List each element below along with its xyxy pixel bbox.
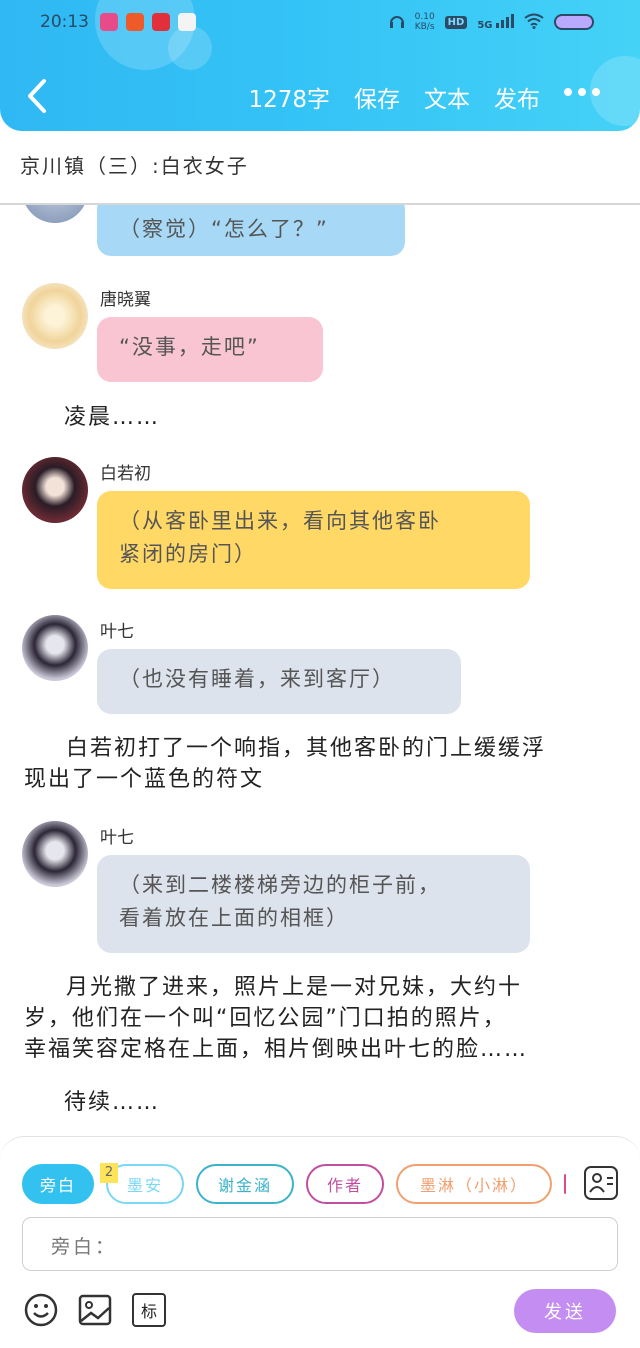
app-notification-icon <box>178 13 196 31</box>
message-bubble[interactable]: “没事，走吧” <box>97 317 323 382</box>
send-button[interactable]: 发送 <box>514 1289 616 1333</box>
speaker-name: 叶七 <box>100 828 134 848</box>
image-icon <box>78 1294 112 1326</box>
dot-icon <box>578 88 586 96</box>
mark-button[interactable]: 标 <box>132 1293 166 1327</box>
text-button[interactable]: 文本 <box>424 80 470 114</box>
avatar[interactable] <box>22 615 88 681</box>
notification-icons <box>100 13 196 31</box>
wifi-icon <box>524 13 544 32</box>
message-input[interactable]: 旁白： <box>22 1217 618 1271</box>
battery-icon <box>554 14 594 30</box>
narration-text[interactable]: 待续…… <box>64 1087 160 1118</box>
role-chip[interactable]: 作者 <box>306 1164 384 1204</box>
message-bubble[interactable]: （也没有睡着，来到客厅） <box>97 649 461 714</box>
avatar[interactable] <box>22 283 88 349</box>
publish-button[interactable]: 发布 <box>494 80 540 114</box>
message-line: （来到二楼楼梯旁边的柜子前， <box>119 873 441 897</box>
chip-overflow-edge <box>564 1174 566 1194</box>
avatar[interactable] <box>22 821 88 887</box>
speaker-name: 叶七 <box>100 622 134 642</box>
narration-line: 岁，他们在一个叫“回忆公园”门口拍的照片， <box>24 1006 507 1031</box>
top-header: 20:13 0.10 KB/s HD 5G 1278字 保存 文本 发布 <box>0 0 640 131</box>
emoji-icon <box>24 1293 58 1327</box>
message-bubble[interactable]: （来到二楼楼梯旁边的柜子前， 看着放在上面的相框） <box>97 855 530 953</box>
message-line: （从客卧里出来，看向其他客卧 <box>119 509 441 533</box>
message-line: 看着放在上面的相框） <box>119 906 349 930</box>
chevron-left-icon <box>28 79 46 113</box>
narration-line: 白若初打了一个响指，其他客卧的门上缓缓浮 <box>66 736 547 761</box>
message-bubble[interactable]: （从客卧里出来，看向其他客卧 紧闭的房门） <box>97 491 530 589</box>
chapter-title[interactable]: 京川镇（三）:白衣女子 <box>20 150 249 179</box>
speaker-name: 白若初 <box>100 464 151 484</box>
character-list-button[interactable] <box>584 1166 618 1200</box>
narration-text[interactable]: 月光撒了进来，照片上是一对兄妹，大约十 岁，他们在一个叫“回忆公园”门口拍的照片… <box>24 972 624 1065</box>
role-chip[interactable]: 谢金涵 <box>196 1164 294 1204</box>
hd-badge: HD <box>444 15 468 29</box>
narration-text[interactable]: 白若初打了一个响指，其他客卧的门上缓缓浮 现出了一个蓝色的符文 <box>24 733 624 795</box>
message-line: 紧闭的房门） <box>119 542 257 566</box>
narration-text[interactable]: 凌晨…… <box>64 402 160 433</box>
image-button[interactable] <box>78 1293 112 1327</box>
avatar[interactable] <box>22 457 88 523</box>
role-chip[interactable]: 墨淋（小淋） <box>396 1164 552 1204</box>
back-button[interactable] <box>22 78 52 114</box>
narration-line: 现出了一个蓝色的符文 <box>24 767 265 792</box>
message-bubble[interactable]: （察觉）“怎么了？” <box>97 205 405 256</box>
speed-value: 0.10 <box>414 12 435 22</box>
header-actions: 1278字 保存 文本 发布 <box>248 80 540 114</box>
speed-unit: KB/s <box>414 22 435 32</box>
speaker-name: 唐晓翼 <box>100 290 151 310</box>
status-bar: 20:13 0.10 KB/s HD 5G <box>0 0 640 48</box>
emoji-button[interactable] <box>24 1293 58 1327</box>
headphone-icon <box>389 13 405 32</box>
app-notification-icon <box>126 13 144 31</box>
app-notification-icon <box>100 13 118 31</box>
nav-row: 1278字 保存 文本 发布 <box>0 66 640 126</box>
dot-icon <box>564 88 572 96</box>
status-time: 20:13 <box>40 12 89 32</box>
dot-icon <box>592 88 600 96</box>
signal-icon: 5G <box>477 13 514 31</box>
role-chip-narrator[interactable]: 旁白 <box>22 1164 94 1204</box>
count-badge: 2 <box>100 1163 118 1183</box>
status-right: 0.10 KB/s HD 5G <box>389 12 594 32</box>
save-button[interactable]: 保存 <box>354 80 400 114</box>
avatar[interactable] <box>22 205 88 223</box>
narration-line: 月光撒了进来，照片上是一对兄妹，大约十 <box>66 975 523 1000</box>
app-notification-icon <box>152 13 170 31</box>
id-card-icon <box>589 1173 613 1193</box>
narration-line: 幸福笑容定格在上面，相片倒映出叶七的脸…… <box>24 1037 529 1062</box>
mark-icon: 标 <box>140 1302 157 1321</box>
network-type: 5G <box>477 19 493 31</box>
composer-panel: 旁白 墨安 2 谢金涵 作者 墨淋（小淋） 旁白： 标 发送 <box>0 1136 640 1348</box>
story-content[interactable]: （察觉）“怎么了？” 唐晓翼 “没事，走吧” 凌晨…… 白若初 （从客卧里出来，… <box>0 205 640 1135</box>
word-count: 1278字 <box>248 87 330 113</box>
more-button[interactable] <box>564 88 600 96</box>
network-speed: 0.10 KB/s <box>415 12 435 32</box>
